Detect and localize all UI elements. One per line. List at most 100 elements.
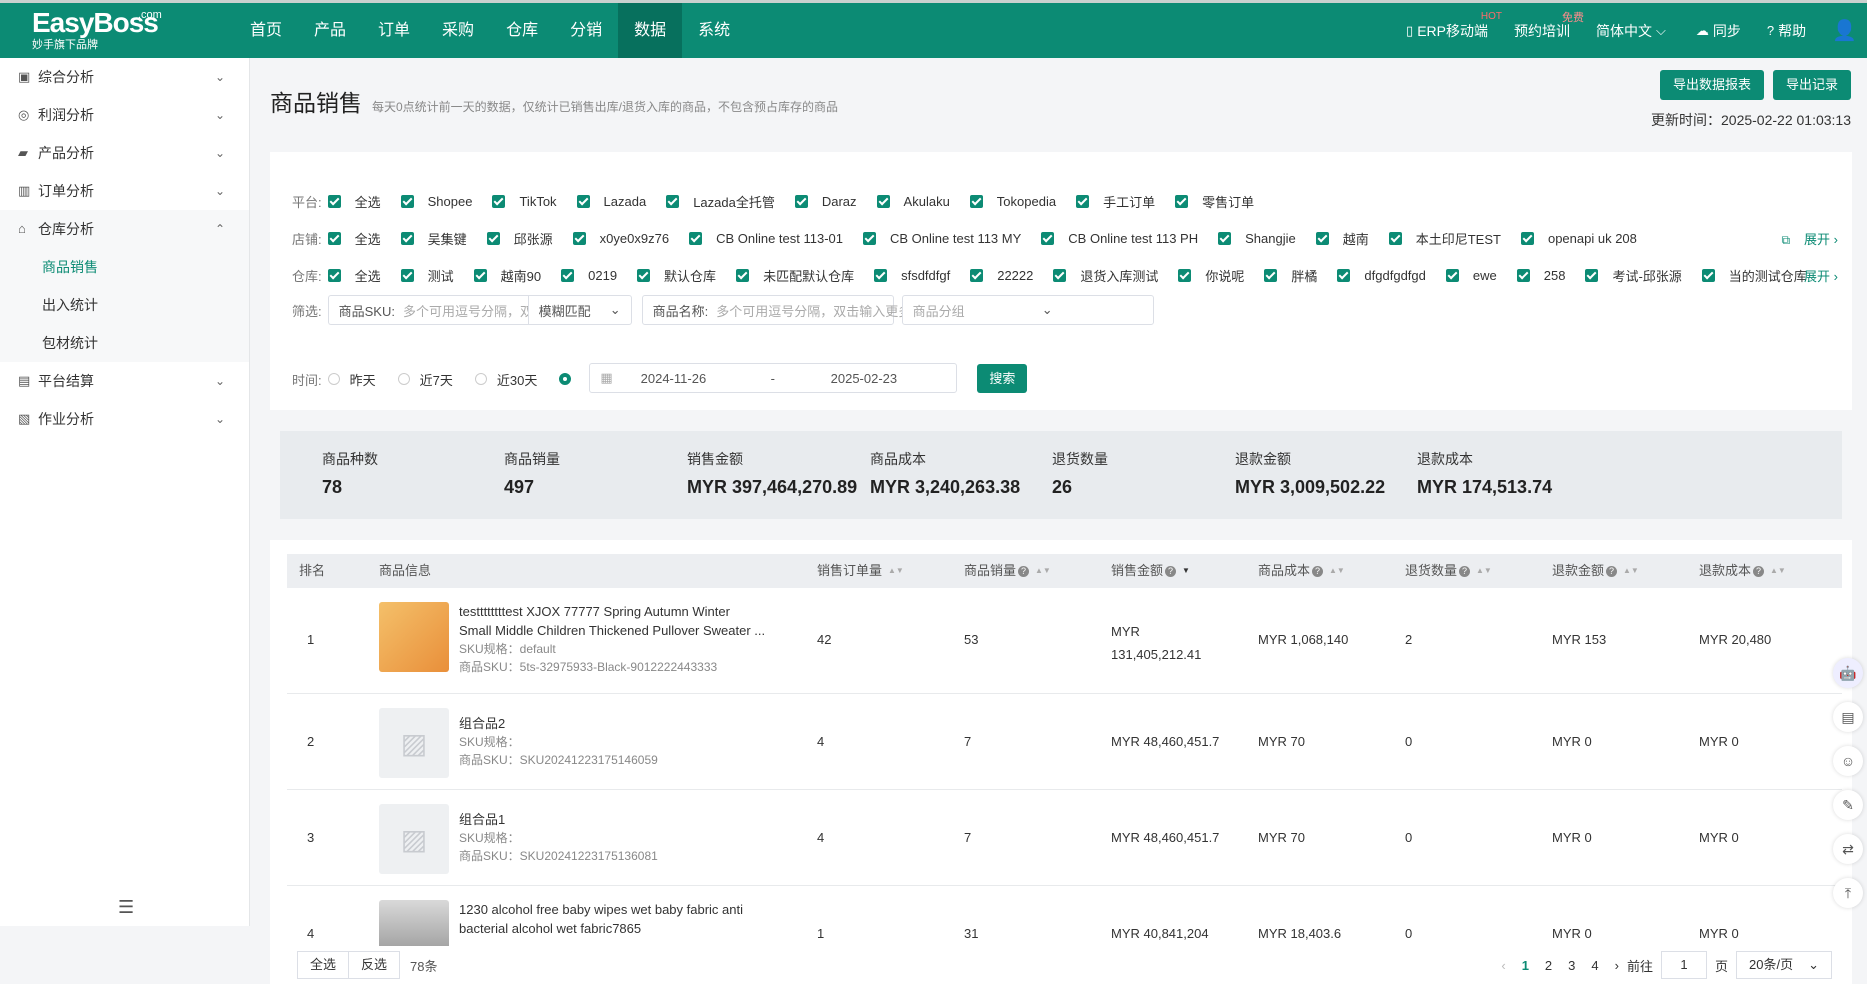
checkbox-warehouses-6[interactable]: sfsdfdfgf xyxy=(874,268,950,283)
notes-icon[interactable]: ▤ xyxy=(1833,702,1863,732)
checkbox-warehouses-7[interactable]: 22222 xyxy=(970,268,1033,283)
checkbox-warehouses-14[interactable]: 考试-邱张源 xyxy=(1585,266,1681,285)
checkbox-warehouses-11[interactable]: dfgdfgdfgd xyxy=(1337,268,1425,283)
sidebar-item-packaging-stats[interactable]: 包材统计 xyxy=(0,324,249,362)
checkbox-platforms-4[interactable]: Lazada全托管 xyxy=(666,192,775,211)
nav-orders[interactable]: 订单 xyxy=(362,3,426,58)
product-name-line1[interactable]: 组合品1 xyxy=(459,810,789,829)
checkbox-shops-9[interactable]: 本土印尼TEST xyxy=(1389,229,1501,248)
product-name-line2[interactable]: Small Middle Children Thickened Pullover… xyxy=(459,621,789,640)
search-button[interactable]: 搜索 xyxy=(977,364,1027,393)
col-returns[interactable]: 退货数量?▲▼ xyxy=(1405,554,1484,588)
nav-home[interactable]: 首页 xyxy=(234,3,298,58)
checkbox-shops-2[interactable]: 邱张源 xyxy=(487,229,553,248)
help-button[interactable]: ?帮助 xyxy=(1767,21,1806,41)
checkbox-shops-8[interactable]: 越南 xyxy=(1316,229,1369,248)
page-1[interactable]: 1 xyxy=(1522,958,1529,973)
checkbox-warehouses-3[interactable]: 0219 xyxy=(561,268,617,283)
page-2[interactable]: 2 xyxy=(1545,958,1552,973)
checkbox-platforms-6[interactable]: Akulaku xyxy=(877,194,950,209)
invert-selection-button[interactable]: 反选 xyxy=(348,951,400,979)
checkbox-warehouses-15[interactable]: 当的测试仓库 xyxy=(1702,266,1807,285)
sidebar-item-product[interactable]: ▰产品分析⌄ xyxy=(0,134,249,172)
product-thumbnail[interactable] xyxy=(379,602,449,672)
language-select[interactable]: 简体中文⌵ xyxy=(1596,21,1670,41)
table-row[interactable]: 2 ▨ 组合品2 SKU规格： 商品SKU：SKU202412231751460… xyxy=(287,694,1842,790)
checkbox-warehouses-5[interactable]: 未匹配默认仓库 xyxy=(736,266,854,285)
product-name-line1[interactable]: 1230 alcohol free baby wipes wet baby fa… xyxy=(459,900,789,919)
checkbox-shops-10[interactable]: openapi uk 208 xyxy=(1521,231,1637,246)
robot-assistant-icon[interactable]: 🤖 xyxy=(1833,658,1863,688)
radio-30days[interactable]: 近30天 xyxy=(475,370,537,389)
warehouse-expand-button[interactable]: 展开 › xyxy=(1804,266,1838,285)
checkbox-shops-6[interactable]: CB Online test 113 PH xyxy=(1041,231,1198,246)
table-row[interactable]: 4 1230 alcohol free baby wipes wet baby … xyxy=(287,886,1842,946)
product-name-line1[interactable]: 组合品2 xyxy=(459,714,789,733)
radio-custom[interactable] xyxy=(559,373,581,385)
sidebar-item-settlement[interactable]: ▤平台结算⌄ xyxy=(0,362,249,400)
sync-button[interactable]: ☁同步 xyxy=(1696,21,1741,41)
nav-system[interactable]: 系统 xyxy=(682,3,746,58)
select-all-button[interactable]: 全选 xyxy=(297,951,349,979)
col-refund-cost[interactable]: 退款成本?▲▼ xyxy=(1699,554,1778,588)
checkbox-warehouses-0[interactable]: 全选 xyxy=(328,266,381,285)
product-thumbnail[interactable]: ▨ xyxy=(379,708,449,778)
collapse-menu-icon[interactable]: ☰ xyxy=(118,897,134,918)
checkbox-shops-1[interactable]: 吴集键 xyxy=(401,229,467,248)
export-log-button[interactable]: 导出记录 xyxy=(1773,70,1851,100)
logo[interactable]: EasyBoss .com 妙手旗下品牌 xyxy=(32,9,182,57)
exchange-icon[interactable]: ⇄ xyxy=(1833,834,1863,864)
product-name-line2[interactable]: bacterial alcohol wet fabric7865 xyxy=(459,919,789,938)
checkbox-warehouses-12[interactable]: ewe xyxy=(1446,268,1497,283)
checkbox-warehouses-1[interactable]: 测试 xyxy=(401,266,454,285)
checkbox-shops-7[interactable]: Shangjie xyxy=(1218,231,1296,246)
col-amount[interactable]: 销售金额?▼ xyxy=(1111,554,1190,588)
nav-distribution[interactable]: 分销 xyxy=(554,3,618,58)
prev-page-icon[interactable]: ‹ xyxy=(1501,958,1505,973)
col-orders[interactable]: 销售订单量▲▼ xyxy=(817,554,896,588)
checkbox-platforms-9[interactable]: 零售订单 xyxy=(1175,192,1254,211)
radio-7days[interactable]: 近7天 xyxy=(398,370,453,389)
checkbox-shops-5[interactable]: CB Online test 113 MY xyxy=(863,231,1021,246)
checkbox-shops-3[interactable]: x0ye0x9z76 xyxy=(573,231,669,246)
page-size-select[interactable]: 20条/页⌄ xyxy=(1736,951,1832,979)
nav-data[interactable]: 数据 xyxy=(618,3,682,58)
checkbox-platforms-5[interactable]: Daraz xyxy=(795,194,857,209)
col-cost[interactable]: 商品成本?▲▼ xyxy=(1258,554,1337,588)
nav-products[interactable]: 产品 xyxy=(298,3,362,58)
sidebar-item-operations[interactable]: ▧作业分析⌄ xyxy=(0,400,249,438)
table-row[interactable]: 3 ▨ 组合品1 SKU规格： 商品SKU：SKU202412231751360… xyxy=(287,790,1842,886)
sku-input[interactable]: 商品SKU:多个可用逗号分隔，双击 xyxy=(328,295,528,325)
user-avatar[interactable]: 👤 xyxy=(1832,18,1857,43)
checkbox-warehouses-4[interactable]: 默认仓库 xyxy=(637,266,716,285)
goto-page-input[interactable]: 1 xyxy=(1661,951,1707,979)
erp-mobile-link[interactable]: ▯ERP移动端HOT xyxy=(1406,21,1488,41)
checkbox-platforms-2[interactable]: TikTok xyxy=(492,194,556,209)
checkbox-warehouses-10[interactable]: 胖橘 xyxy=(1264,266,1317,285)
feedback-icon[interactable]: ✎ xyxy=(1833,790,1863,820)
nav-purchase[interactable]: 采购 xyxy=(426,3,490,58)
shop-expand-button[interactable]: ⧉展开 › xyxy=(1781,229,1838,248)
sidebar-item-order[interactable]: ▥订单分析⌄ xyxy=(0,172,249,210)
radio-yesterday[interactable]: 昨天 xyxy=(328,370,376,389)
product-group-select[interactable]: 商品分组⌄ xyxy=(902,295,1154,325)
checkbox-warehouses-2[interactable]: 越南90 xyxy=(474,266,541,285)
customer-service-icon[interactable]: ☺ xyxy=(1833,746,1863,776)
back-to-top-icon[interactable]: ⤒ xyxy=(1833,878,1863,908)
table-row[interactable]: 1 testtttttttest XJOX 77777 Spring Autum… xyxy=(287,588,1842,694)
match-select[interactable]: 模糊匹配⌄ xyxy=(528,295,632,325)
nav-warehouse[interactable]: 仓库 xyxy=(490,3,554,58)
col-quantity[interactable]: 商品销量?▲▼ xyxy=(964,554,1043,588)
page-4[interactable]: 4 xyxy=(1591,958,1598,973)
checkbox-platforms-1[interactable]: Shopee xyxy=(401,194,473,209)
checkbox-warehouses-13[interactable]: 258 xyxy=(1517,268,1566,283)
product-thumbnail[interactable] xyxy=(379,900,449,946)
col-refund[interactable]: 退款金额?▲▼ xyxy=(1552,554,1631,588)
checkbox-platforms-3[interactable]: Lazada xyxy=(577,194,647,209)
checkbox-warehouses-8[interactable]: 退货入库测试 xyxy=(1053,266,1158,285)
product-thumbnail[interactable]: ▨ xyxy=(379,804,449,874)
checkbox-platforms-8[interactable]: 手工订单 xyxy=(1076,192,1155,211)
training-link[interactable]: 预约培训免费 xyxy=(1514,21,1570,41)
checkbox-warehouses-9[interactable]: 你说呢 xyxy=(1178,266,1244,285)
sidebar-item-warehouse[interactable]: ⌂仓库分析⌃ xyxy=(0,210,249,248)
